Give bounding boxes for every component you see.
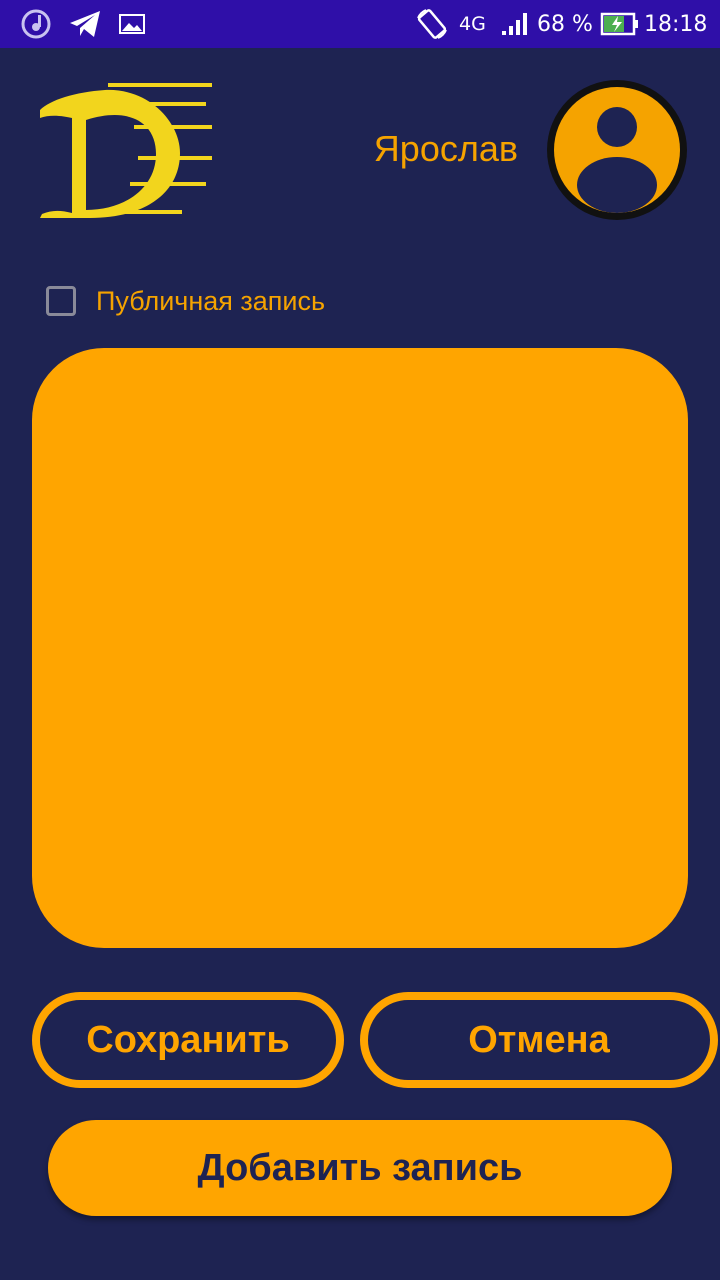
username: Ярослав [373, 128, 518, 169]
d-logo-icon [30, 78, 220, 223]
cancel-button[interactable]: Отмена [360, 992, 718, 1088]
public-checkbox[interactable] [46, 286, 76, 316]
music-sync-icon [20, 0, 52, 48]
entry-text-area[interactable] [32, 348, 688, 948]
public-entry-row[interactable]: Публичная запись [46, 283, 325, 319]
battery-charging-icon [600, 0, 640, 48]
rotate-icon [414, 0, 450, 48]
add-entry-button[interactable]: Добавить запись [48, 1120, 672, 1216]
network-type: 4G [459, 13, 486, 35]
signal-icon [500, 0, 530, 48]
clock: 18:18 [644, 11, 708, 37]
status-bar: 4G 68 % 18:18 [0, 0, 720, 48]
image-icon [118, 0, 146, 48]
public-checkbox-label: Публичная запись [96, 285, 326, 316]
user-avatar-icon[interactable] [547, 80, 687, 220]
battery-percent: 68 % [537, 11, 593, 37]
save-button[interactable]: Сохранить [32, 992, 344, 1088]
telegram-icon [68, 0, 102, 48]
avatar-circle [554, 87, 680, 213]
